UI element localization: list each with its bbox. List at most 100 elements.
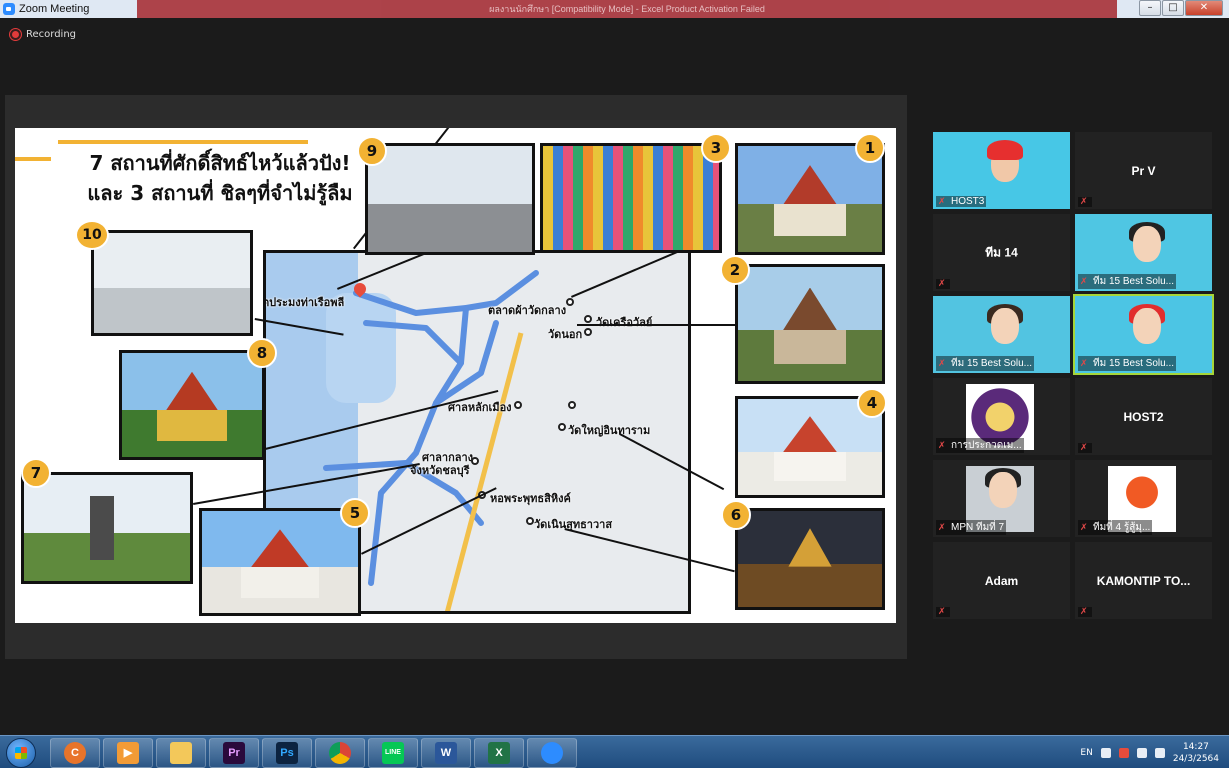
badge-1: 1 bbox=[855, 133, 885, 163]
participant-name: HOST3 bbox=[951, 196, 985, 207]
participant-name-center: HOST2 bbox=[1123, 409, 1164, 424]
taskbar-zoom[interactable] bbox=[527, 738, 577, 768]
taskbar-photoshop[interactable]: Ps bbox=[262, 738, 312, 768]
photo-san-lak-mueang bbox=[119, 350, 265, 460]
slide-heading-line1: 7 สถานที่ศักดิ์สิทธ์ไหว้แล้วปัง! bbox=[89, 151, 351, 175]
folder-icon bbox=[170, 742, 192, 764]
participant-tile-team15-a[interactable]: ✗ ทีม 15 Best Solu... bbox=[1075, 214, 1212, 291]
participant-name: MPN ทีมที่ 7 bbox=[951, 522, 1005, 533]
participant-name: ทีม 15 Best Solu... bbox=[1093, 358, 1175, 369]
participant-name: ทีมที่ 4 รู้สู้มุ... bbox=[1093, 522, 1151, 533]
photoshop-icon: Ps bbox=[276, 742, 298, 764]
participant-name-center: ทีม 14 bbox=[985, 245, 1018, 259]
ccleaner-icon: C bbox=[64, 742, 86, 764]
badge-10: 10 bbox=[75, 220, 109, 250]
clock-time: 14:27 bbox=[1182, 741, 1209, 752]
participant-name: ทีม 15 Best Solu... bbox=[1093, 276, 1175, 287]
taskbar-media-player[interactable]: ▶ bbox=[103, 738, 153, 768]
photo-wat-nok bbox=[735, 264, 885, 384]
mic-muted-icon: ✗ bbox=[1080, 443, 1088, 453]
network-icon[interactable] bbox=[1100, 747, 1111, 758]
participant-name: การประกวดเม... bbox=[951, 440, 1022, 451]
window-controls: – □ ✕ bbox=[1139, 0, 1223, 16]
photo-ho-phra-buddha-sihing bbox=[199, 508, 361, 616]
taskbar-line[interactable]: LINE bbox=[368, 738, 418, 768]
taskbar-word[interactable]: W bbox=[421, 738, 471, 768]
badge-2: 2 bbox=[720, 255, 750, 285]
participant-tile-adam[interactable]: Adam ✗ bbox=[933, 542, 1070, 619]
system-tray: EN 14:27 24/3/2564 bbox=[1080, 736, 1219, 768]
badge-6: 6 bbox=[721, 500, 751, 530]
map-label-ho-phra-buddha-sihing: หอพระพุทธสิหิงค์ bbox=[490, 492, 571, 505]
map-label-tha-ruea-phli: ตประมงท่าเรือพลี bbox=[263, 296, 345, 309]
flag-icon[interactable] bbox=[1118, 747, 1129, 758]
heading-accent-bar-short bbox=[15, 157, 51, 161]
word-icon: W bbox=[435, 742, 457, 764]
window-title: Zoom Meeting bbox=[19, 3, 90, 15]
participant-name-center: Pr V bbox=[1131, 163, 1156, 178]
photo-sala-klang bbox=[21, 472, 193, 584]
participant-tile-kamontip[interactable]: KAMONTIP TO... ✗ bbox=[1075, 542, 1212, 619]
taskbar-excel[interactable]: X bbox=[474, 738, 524, 768]
taskbar-ccleaner[interactable]: C bbox=[50, 738, 100, 768]
start-button[interactable] bbox=[6, 738, 36, 768]
mic-muted-icon: ✗ bbox=[1080, 276, 1088, 287]
photo-tha-ruea-phli bbox=[365, 143, 535, 255]
mic-muted-icon: ✗ bbox=[938, 358, 946, 369]
line-icon: LINE bbox=[382, 742, 404, 764]
close-button[interactable]: ✕ bbox=[1185, 0, 1223, 16]
heading-accent-bar bbox=[58, 140, 308, 144]
map-label-talat-pha: ตลาดผ้าวัดกลาง bbox=[488, 304, 567, 317]
battery-icon[interactable] bbox=[1154, 747, 1165, 758]
mic-muted-icon: ✗ bbox=[1080, 522, 1088, 533]
mic-muted-icon: ✗ bbox=[938, 440, 946, 451]
map-label-wat-nok: วัดนอก bbox=[548, 328, 583, 341]
badge-3: 3 bbox=[701, 133, 731, 163]
taskbar-chrome[interactable] bbox=[315, 738, 365, 768]
mic-muted-icon: ✗ bbox=[938, 522, 946, 533]
map-pin bbox=[584, 328, 592, 336]
media-player-icon: ▶ bbox=[117, 742, 139, 764]
map-pin bbox=[584, 315, 592, 323]
map-pin bbox=[568, 401, 576, 409]
badge-9: 9 bbox=[357, 136, 387, 166]
mic-muted-icon: ✗ bbox=[1080, 607, 1088, 617]
badge-5: 5 bbox=[340, 498, 370, 528]
participant-tile-team15-b[interactable]: ✗ ทีม 15 Best Solu... bbox=[933, 296, 1070, 373]
participant-tile-team14[interactable]: ทีม 14 ✗ bbox=[933, 214, 1070, 291]
premiere-icon: Pr bbox=[223, 742, 245, 764]
language-indicator[interactable]: EN bbox=[1080, 748, 1092, 758]
map-label-wat-yai-inthararam: วัดใหญ่อินทาราม bbox=[568, 424, 651, 437]
minimize-button[interactable]: – bbox=[1139, 0, 1161, 16]
zoom-icon bbox=[541, 742, 563, 764]
photo-bridge bbox=[91, 230, 253, 336]
mic-muted-icon: ✗ bbox=[1080, 197, 1088, 207]
recording-indicator[interactable]: Recording bbox=[10, 29, 76, 40]
maximize-button[interactable]: □ bbox=[1162, 0, 1184, 16]
map-pin bbox=[558, 423, 566, 431]
slide-heading: 7 สถานที่ศักดิ์สิทธ์ไหว้แล้วปัง! และ 3 ส… bbox=[55, 148, 385, 208]
shared-app-title: ผลงานนักศึกษา [Compatibility Mode] - Exc… bbox=[489, 4, 765, 14]
participant-tile-team15-c-active-speaker[interactable]: ✗ ทีม 15 Best Solu... bbox=[1073, 294, 1214, 375]
participant-tile-team4[interactable]: ✗ ทีมที่ 4 รู้สู้มุ... bbox=[1075, 460, 1212, 537]
taskbar-premiere[interactable]: Pr bbox=[209, 738, 259, 768]
participant-name-center: Adam bbox=[984, 573, 1019, 588]
taskbar-clock[interactable]: 14:27 24/3/2564 bbox=[1173, 741, 1219, 765]
slide-heading-line2: และ 3 สถานที่ ชิลๆที่จำไม่รู้ลืม bbox=[87, 181, 353, 205]
badge-4: 4 bbox=[857, 388, 887, 418]
mic-muted-icon: ✗ bbox=[1080, 358, 1088, 369]
zoom-logo-icon bbox=[3, 3, 15, 15]
participant-name-center: KAMONTIP TO... bbox=[1096, 573, 1191, 588]
taskbar-file-explorer[interactable] bbox=[156, 738, 206, 768]
chrome-icon bbox=[329, 742, 351, 764]
participant-tile-pr-v[interactable]: Pr V ✗ bbox=[1075, 132, 1212, 209]
participant-tile-host3[interactable]: ✗ HOST3 bbox=[933, 132, 1070, 209]
windows-taskbar: C ▶ Pr Ps LINE W X EN 14:27 24/3/2564 bbox=[0, 735, 1229, 768]
participant-tile-host2[interactable]: HOST2 ✗ bbox=[1075, 378, 1212, 455]
shared-app-title-strip: ผลงานนักศึกษา [Compatibility Mode] - Exc… bbox=[137, 0, 1117, 18]
participant-tile-contest[interactable]: ✗ การประกวดเม... bbox=[933, 378, 1070, 455]
participant-tile-mpn7[interactable]: ✗ MPN ทีมที่ 7 bbox=[933, 460, 1070, 537]
volume-icon[interactable] bbox=[1136, 747, 1147, 758]
map-pin bbox=[514, 401, 522, 409]
map-label-wat-khruawan: วัดเครือวัลย์ bbox=[596, 316, 653, 329]
